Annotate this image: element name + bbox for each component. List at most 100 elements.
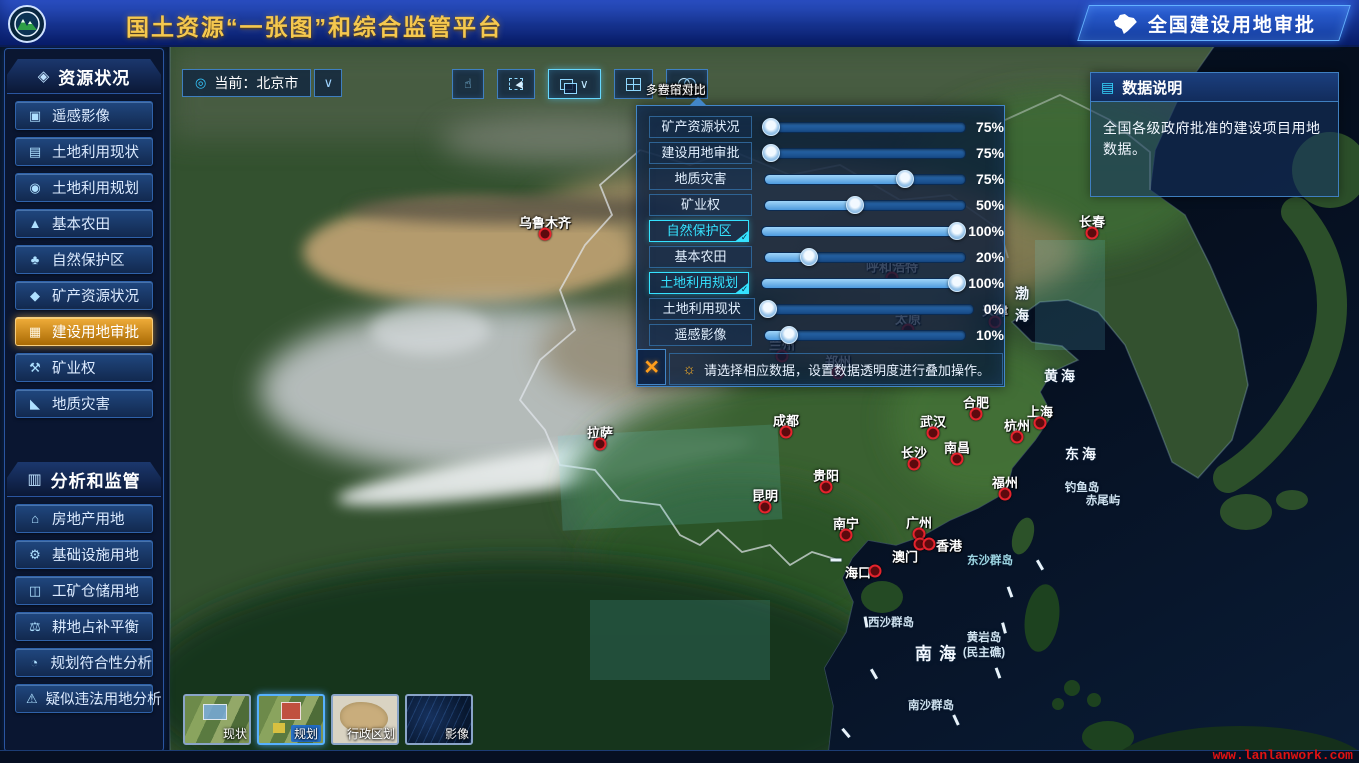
sidebar-section: ▥ 分析和监管 ⌂ 房地产用地 ⚙ 基础设施用地 ◫ 工矿仓储用地 ⚖ 耕地占补… [5, 462, 163, 713]
layer-toggle-button[interactable]: 矿业权 ✓ [649, 194, 752, 216]
sidebar-item-icon: ⌂ [26, 511, 44, 526]
opacity-slider[interactable] [764, 174, 966, 185]
sidebar-item[interactable]: ♣ 自然保护区 [15, 245, 153, 274]
slider-thumb[interactable] [800, 248, 818, 266]
slider-thumb[interactable] [762, 144, 780, 162]
opacity-slider[interactable] [767, 304, 974, 315]
sidebar-item[interactable]: ▣ 遥感影像 [15, 101, 153, 130]
overlay-layer-row: 地质灾害 ✓ 75% [637, 166, 1004, 192]
sidebar-item[interactable]: ◔ 规划符合性分析 [15, 648, 153, 677]
region-dropdown-button[interactable]: ∨ [314, 69, 342, 97]
basemap-thumbnail[interactable]: 行政区划 [331, 694, 399, 745]
basemap-thumbnail[interactable]: 影像 [405, 694, 473, 745]
sidebar-item-icon: ⚠ [26, 691, 38, 707]
layer-toggle-button[interactable]: 土地利用现状 ✓ [649, 298, 755, 320]
slider-thumb[interactable] [762, 118, 780, 136]
sidebar-item[interactable]: ⚙ 基础设施用地 [15, 540, 153, 569]
document-icon: ▤ [1101, 79, 1114, 96]
layer-toggle-button[interactable]: 矿产资源状况 ✓ [649, 116, 752, 138]
slider-thumb[interactable] [759, 300, 777, 318]
layer-label: 建设用地审批 [661, 145, 739, 160]
opacity-slider[interactable] [764, 252, 966, 263]
opacity-slider[interactable] [761, 278, 958, 289]
sidebar-item-label: 房地产用地 [52, 508, 125, 529]
sidebar-item[interactable]: ⚖ 耕地占补平衡 [15, 612, 153, 641]
sidebar-item[interactable]: ▲ 基本农田 [15, 209, 153, 238]
slider-fill [762, 279, 957, 288]
sidebar-item[interactable]: ◆ 矿产资源状况 [15, 281, 153, 310]
overlay-layer-row: 矿业权 ✓ 50% [637, 192, 1004, 218]
sidebar-item-icon: ▦ [26, 324, 44, 340]
app-window: 乌鲁木齐长春呼和浩特天津太原兰州郑州合肥上海成都武汉杭州拉萨南昌长沙贵阳福州昆明… [0, 0, 1359, 763]
slider-thumb[interactable] [780, 326, 798, 344]
section-title: 分析和监管 [51, 467, 141, 492]
region-selector: ◎ 当前：北京市 ∨ [182, 69, 342, 97]
toolbar-button-icon: ☝ [464, 76, 472, 92]
sidebar-item-icon: ⚖ [26, 619, 44, 635]
layer-label: 遥感影像 [674, 327, 726, 342]
opacity-slider[interactable] [761, 226, 958, 237]
sidebar-item[interactable]: ◫ 工矿仓储用地 [15, 576, 153, 605]
layer-label: 自然保护区 [667, 223, 732, 238]
sidebar-item[interactable]: ⚒ 矿业权 [15, 353, 153, 382]
data-description-panel: ▤ 数据说明 全国各级政府批准的建设项目用地数据。 [1090, 72, 1339, 197]
sidebar-item[interactable]: ⌂ 房地产用地 [15, 504, 153, 533]
sidebar-item[interactable]: ▦ 建设用地审批 [15, 317, 153, 346]
basemap-thumbnail[interactable]: 规划 [257, 694, 325, 745]
toolbar-button-label: 卷帘对比 [658, 81, 706, 98]
opacity-slider[interactable] [764, 330, 966, 341]
sidebar-item-label: 工矿仓储用地 [52, 580, 139, 601]
sidebar-item[interactable]: ⚠ 疑似违法用地分析 [15, 684, 153, 713]
sidebar-item-label: 土地利用现状 [52, 141, 139, 162]
layer-toggle-button[interactable]: 自然保护区 ✓ [649, 220, 749, 242]
swipe-compare-button[interactable]: 卷帘对比 [666, 69, 708, 99]
basemap-thumbnail-label: 规划 [291, 725, 321, 742]
layer-toggle-button[interactable]: 建设用地审批 ✓ [649, 142, 752, 164]
toolbar-button-icon [509, 78, 523, 90]
slider-thumb[interactable] [846, 196, 864, 214]
click-query-button[interactable]: ☝ 点击查询 [452, 69, 484, 99]
opacity-slider[interactable] [764, 148, 966, 159]
sidebar-item[interactable]: ▤ 土地利用现状 [15, 137, 153, 166]
slider-fill [765, 201, 855, 210]
sidebar-item-icon: ▤ [26, 144, 44, 160]
bottom-bar [0, 750, 1359, 763]
sidebar: ◈ 资源状况 ▣ 遥感影像 ▤ 土地利用现状 ◉ 土地利用规划 ▲ 基本农田 ♣… [4, 48, 164, 752]
toolbar-button-icon [560, 79, 573, 90]
layer-toggle-button[interactable]: 基本农田 ✓ [649, 246, 752, 268]
slider-thumb[interactable] [896, 170, 914, 188]
current-region-label: 当前：北京市 [214, 73, 298, 93]
sidebar-section: ◈ 资源状况 ▣ 遥感影像 ▤ 土地利用现状 ◉ 土地利用规划 ▲ 基本农田 ♣… [5, 59, 163, 418]
slider-thumb[interactable] [948, 274, 966, 292]
sidebar-item-icon: ◉ [26, 180, 44, 196]
checkmark-icon: ✓ [734, 230, 749, 242]
sidebar-item-label: 遥感影像 [52, 105, 110, 126]
opacity-slider[interactable] [764, 122, 966, 133]
opacity-value: 100% [968, 275, 1004, 291]
current-region-button[interactable]: ◎ 当前：北京市 [182, 69, 311, 97]
layer-toggle-button[interactable]: 土地利用规划 ✓ [649, 272, 749, 294]
sidebar-item[interactable]: ◣ 地质灾害 [15, 389, 153, 418]
header-badge[interactable]: 全国建设用地审批 [1077, 5, 1351, 41]
multi-window-compare-button[interactable]: 多窗口对比 [614, 69, 653, 99]
opacity-slider[interactable] [764, 200, 966, 211]
data-overlay-panel: 矿产资源状况 ✓ 75% 建设用地审批 ✓ 75% 地质灾害 ✓ 75% 矿业权 [636, 105, 1005, 387]
basemap-thumbnail[interactable]: 现状 [183, 694, 251, 745]
sidebar-item-label: 规划符合性分析 [51, 652, 153, 673]
lightbulb-icon: ☼ [682, 361, 696, 378]
data-overlay-button[interactable]: 数据叠加 ∨ [548, 69, 601, 99]
sidebar-item-icon: ⚒ [26, 360, 44, 376]
slider-thumb[interactable] [948, 222, 966, 240]
sidebar-item[interactable]: ◉ 土地利用规划 [15, 173, 153, 202]
sidebar-item-label: 基础设施用地 [52, 544, 139, 565]
overlay-layer-row: 自然保护区 ✓ 100% [637, 218, 1004, 244]
opacity-value: 50% [976, 197, 1004, 213]
layer-toggle-button[interactable]: 遥感影像 ✓ [649, 324, 752, 346]
close-panel-button[interactable]: × [637, 349, 666, 385]
slider-fill [765, 175, 905, 184]
slider-fill [762, 227, 957, 236]
box-query-button[interactable]: 拉框查询 [497, 69, 535, 99]
sidebar-item-label: 地质灾害 [52, 393, 110, 414]
layer-toggle-button[interactable]: 地质灾害 ✓ [649, 168, 752, 190]
overlay-hint: ☼ 请选择相应数据，设置数据透明度进行叠加操作。 [669, 353, 1003, 385]
